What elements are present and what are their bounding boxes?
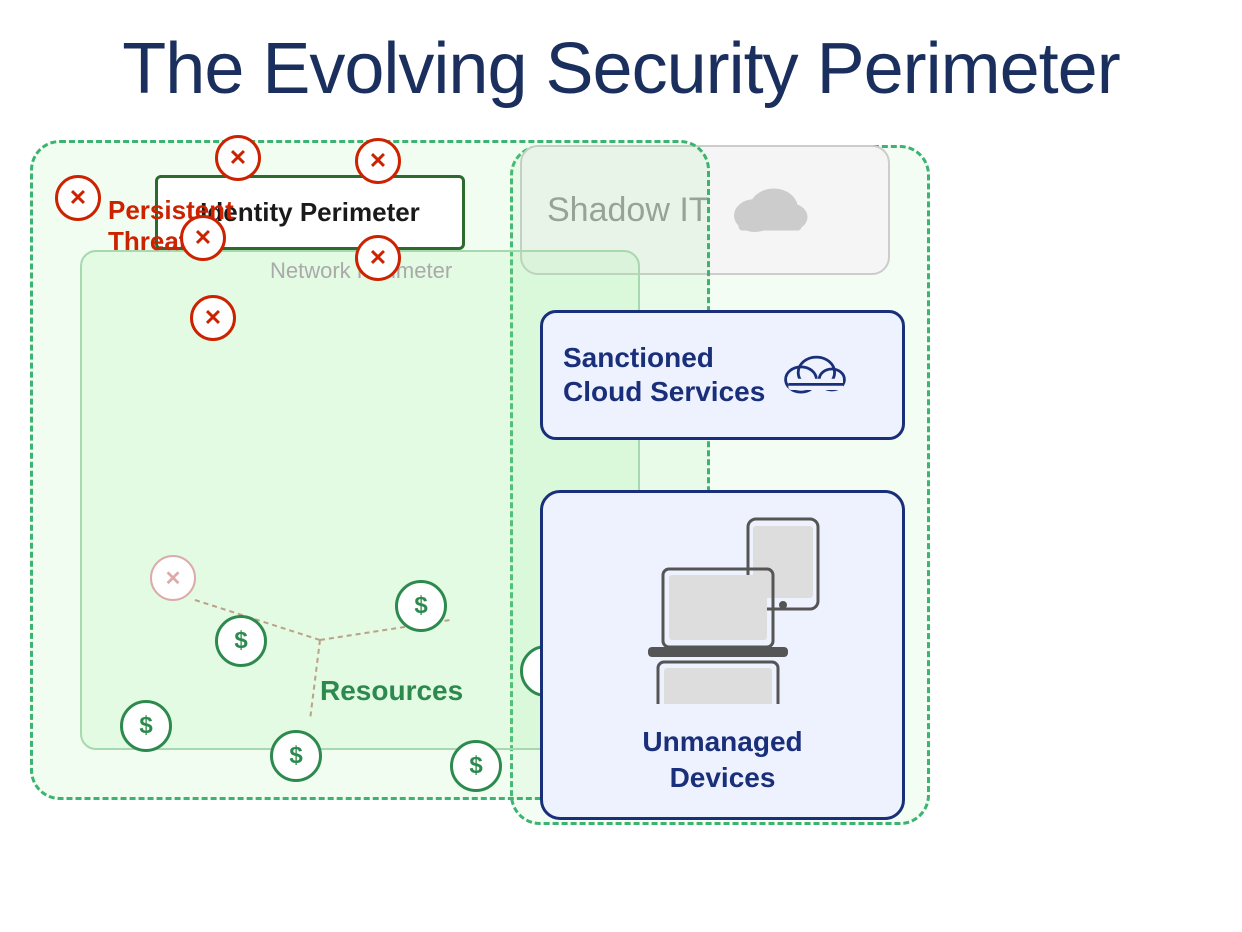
resource-dollar-2: $ — [395, 580, 447, 632]
sanctioned-cloud-box: Sanctioned Cloud Services — [540, 310, 905, 440]
resources-label: Resources — [320, 675, 463, 707]
threat-x-3: ✕ — [355, 138, 401, 184]
threat-x-5: ✕ — [355, 235, 401, 281]
sanctioned-cloud-icon — [780, 345, 850, 405]
resource-dollar-5: $ — [270, 730, 322, 782]
unmanaged-devices-box: Unmanaged Devices — [540, 490, 905, 820]
threat-x-1: ✕ — [55, 175, 101, 221]
threat-x-2: ✕ — [215, 135, 261, 181]
sanctioned-cloud-label: Sanctioned Cloud Services — [563, 341, 765, 408]
resource-dollar-1: $ — [215, 615, 267, 667]
shadow-cloud-icon — [725, 173, 815, 248]
threat-x-6: ✕ — [190, 295, 236, 341]
devices-svg — [603, 514, 843, 704]
threat-x-4: ✕ — [180, 215, 226, 261]
resource-dollar-6: $ — [450, 740, 502, 792]
page-title: The Evolving Security Perimeter — [0, 0, 1242, 109]
devices-icons — [603, 514, 843, 704]
unmanaged-devices-label: Unmanaged Devices — [642, 724, 802, 797]
threat-x-faded: ✕ — [150, 555, 196, 601]
resource-dollar-4: $ — [120, 700, 172, 752]
